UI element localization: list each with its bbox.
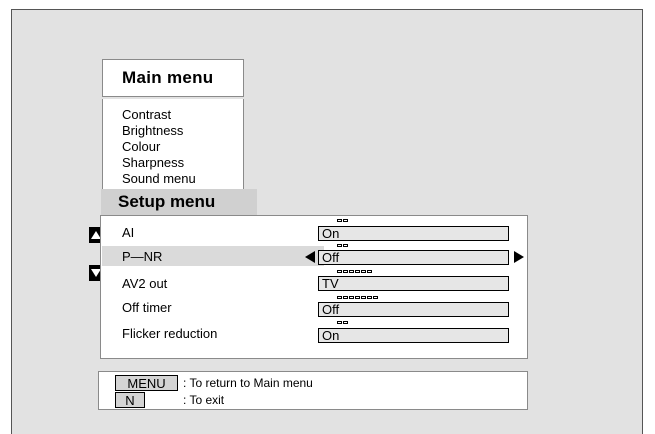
value-indicator	[337, 244, 348, 248]
main-menu-title[interactable]: Main menu	[102, 59, 244, 97]
main-menu-item-sound-menu[interactable]: Sound menu	[122, 171, 243, 187]
setup-menu-panel: AI On P—NR Off AV2 out TV Off timer Off …	[100, 215, 528, 359]
value-indicator	[337, 321, 348, 325]
setup-value-ai[interactable]: On	[318, 226, 509, 241]
value-indicator	[337, 270, 372, 274]
left-arrow-icon[interactable]	[305, 251, 315, 263]
setup-row-label: AV2 out	[122, 275, 168, 291]
main-menu-item-contrast[interactable]: Contrast	[122, 107, 243, 123]
menu-key-description: : To return to Main menu	[183, 376, 313, 390]
right-arrow-icon[interactable]	[514, 251, 524, 263]
setup-row-ai[interactable]: AI	[119, 222, 302, 242]
main-menu-item-sharpness[interactable]: Sharpness	[122, 155, 243, 171]
value-indicator	[337, 296, 378, 300]
n-key-description: : To exit	[183, 393, 225, 407]
main-menu-list: Contrast Brightness Colour Sharpness Sou…	[102, 99, 244, 189]
setup-row-flicker-reduction[interactable]: Flicker reduction	[119, 323, 302, 343]
setup-row-off-timer[interactable]: Off timer	[119, 297, 302, 317]
setup-value-av2-out[interactable]: TV	[318, 276, 509, 291]
value-indicator	[337, 219, 348, 223]
setup-row-label: Off timer	[122, 299, 172, 315]
help-panel: MENU : To return to Main menu N : To exi…	[98, 371, 528, 410]
setup-value-flicker-reduction[interactable]: On	[318, 328, 509, 343]
setup-menu-title: Setup menu	[101, 189, 257, 215]
setup-row-av2-out[interactable]: AV2 out	[119, 273, 302, 293]
main-menu-item-brightness[interactable]: Brightness	[122, 123, 243, 139]
menu-key-button[interactable]: MENU	[115, 375, 178, 391]
setup-row-label: Flicker reduction	[122, 325, 218, 341]
setup-row-label: P—NR	[122, 248, 163, 264]
setup-row-pnr[interactable]: P—NR	[102, 246, 324, 266]
setup-value-off-timer[interactable]: Off	[318, 302, 509, 317]
main-menu-item-colour[interactable]: Colour	[122, 139, 243, 155]
n-key-button[interactable]: N	[115, 392, 145, 408]
setup-row-label: AI	[122, 224, 135, 240]
setup-value-pnr[interactable]: Off	[318, 250, 509, 265]
